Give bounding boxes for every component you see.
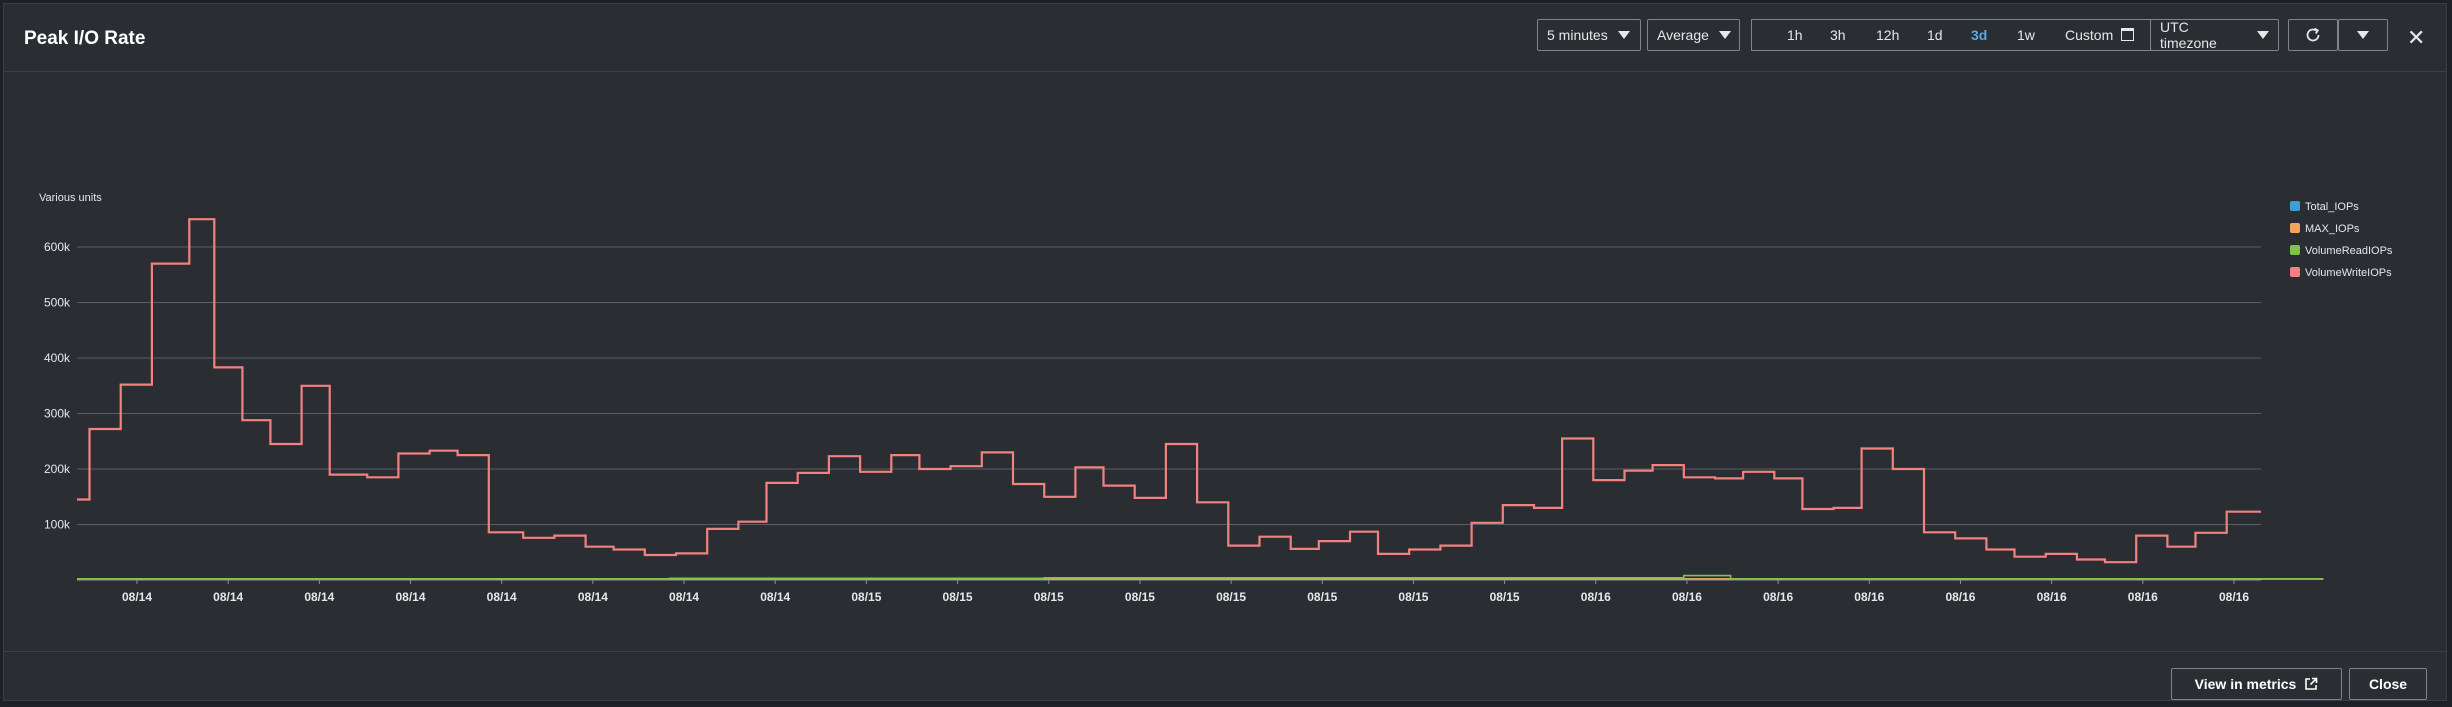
legend-item-volumereadiops[interactable]: VolumeReadIOPs bbox=[2305, 245, 2393, 257]
x-tick-label: 08/16 bbox=[2128, 590, 2158, 604]
series-line-volumereadiops bbox=[77, 574, 2324, 580]
x-tick-label: 08/15 bbox=[1216, 590, 1246, 604]
range-custom[interactable]: Custom bbox=[2065, 27, 2113, 43]
y-tick-label: 300k bbox=[44, 407, 71, 421]
x-tick-label: 08/15 bbox=[1490, 590, 1520, 604]
x-tick-label: 08/15 bbox=[1125, 590, 1155, 604]
range-1w[interactable]: 1w bbox=[2017, 27, 2035, 43]
period-value: 5 minutes bbox=[1547, 27, 1608, 43]
y-tick-label: 500k bbox=[44, 296, 71, 310]
x-tick-label: 08/15 bbox=[943, 590, 973, 604]
range-1h[interactable]: 1h bbox=[1787, 27, 1803, 43]
y-tick-label: 400k bbox=[44, 351, 71, 365]
legend-item-max-iops[interactable]: MAX_IOPs bbox=[2305, 223, 2360, 235]
close-label: Close bbox=[2368, 676, 2408, 692]
chevron-down-icon bbox=[1617, 31, 1630, 39]
time-range-selector: 1h 3h 12h 1d 3d 1w Custom bbox=[1751, 19, 2151, 51]
refresh-options-button[interactable] bbox=[2338, 19, 2388, 51]
x-tick-label: 08/16 bbox=[1763, 590, 1793, 604]
x-tick-label: 08/15 bbox=[851, 590, 881, 604]
legend-swatch[interactable] bbox=[2290, 223, 2300, 233]
range-3d[interactable]: 3d bbox=[1971, 27, 1987, 43]
x-tick-label: 08/14 bbox=[487, 590, 517, 604]
chart-svg: Various units 100k 200k 300k 400k 500k 600k 08/… bbox=[39, 192, 2393, 604]
view-in-metrics-button[interactable]: View in metrics bbox=[2171, 668, 2342, 700]
legend-swatch[interactable] bbox=[2290, 201, 2300, 211]
legend-item-total-iops[interactable]: Total_IOPs bbox=[2305, 201, 2359, 213]
legend-swatch[interactable] bbox=[2290, 245, 2300, 255]
chevron-down-icon bbox=[2257, 31, 2269, 39]
timezone-value: UTC timezone bbox=[2160, 19, 2217, 51]
range-1d[interactable]: 1d bbox=[1927, 27, 1943, 43]
chart-area: Various units 100k 200k 300k 400k 500k 600k 08/… bbox=[4, 72, 2446, 652]
y-tick-label: 200k bbox=[44, 462, 71, 476]
close-button[interactable]: Close bbox=[2349, 668, 2427, 700]
y-tick-label: 600k bbox=[44, 240, 71, 254]
close-icon[interactable]: ✕ bbox=[2407, 27, 2425, 49]
period-select[interactable]: 5 minutes bbox=[1537, 19, 1641, 51]
x-tick-label: 08/14 bbox=[213, 590, 243, 604]
external-link-icon bbox=[2305, 677, 2318, 690]
x-tick-label: 08/16 bbox=[1854, 590, 1884, 604]
x-tick-label: 08/16 bbox=[1581, 590, 1611, 604]
range-3h[interactable]: 3h bbox=[1830, 27, 1846, 43]
modal-header: Peak I/O Rate 5 minutes Average 1h 3h 12… bbox=[4, 4, 2446, 72]
statistic-select[interactable]: Average bbox=[1647, 19, 1740, 51]
x-tick-label: 08/14 bbox=[578, 590, 608, 604]
x-tick-label: 08/16 bbox=[2037, 590, 2067, 604]
modal-title: Peak I/O Rate bbox=[24, 28, 146, 49]
x-tick-label: 08/16 bbox=[2219, 590, 2249, 604]
x-tick-label: 08/14 bbox=[122, 590, 152, 604]
x-tick-label: 08/16 bbox=[1672, 590, 1702, 604]
x-tick-label: 08/16 bbox=[1945, 590, 1975, 604]
chevron-down-icon bbox=[2357, 31, 2369, 39]
chevron-down-icon bbox=[1718, 31, 1731, 39]
y-axis-label: Various units bbox=[39, 192, 102, 204]
y-tick-label: 100k bbox=[44, 518, 71, 532]
timezone-select[interactable]: UTC timezone bbox=[2150, 19, 2279, 51]
x-tick-label: 08/15 bbox=[1307, 590, 1337, 604]
x-tick-label: 08/15 bbox=[1034, 590, 1064, 604]
legend-item-volumewriteiops[interactable]: VolumeWriteIOPs bbox=[2305, 267, 2392, 279]
x-tick-label: 08/15 bbox=[1398, 590, 1428, 604]
modal-footer: View in metrics Close bbox=[4, 651, 2446, 702]
metric-modal: Peak I/O Rate 5 minutes Average 1h 3h 12… bbox=[3, 3, 2447, 701]
series-line-volumewriteiops bbox=[77, 218, 2261, 564]
x-tick-label: 08/14 bbox=[760, 590, 790, 604]
refresh-button[interactable] bbox=[2288, 19, 2338, 51]
statistic-value: Average bbox=[1657, 27, 1709, 43]
x-tick-label: 08/14 bbox=[396, 590, 426, 604]
x-tick-label: 08/14 bbox=[304, 590, 334, 604]
calendar-icon[interactable] bbox=[2121, 28, 2134, 41]
x-tick-label: 08/14 bbox=[669, 590, 699, 604]
range-12h[interactable]: 12h bbox=[1876, 27, 1899, 43]
legend-swatch[interactable] bbox=[2290, 267, 2300, 277]
view-in-metrics-label: View in metrics bbox=[2194, 676, 2297, 692]
refresh-icon bbox=[2306, 27, 2320, 42]
